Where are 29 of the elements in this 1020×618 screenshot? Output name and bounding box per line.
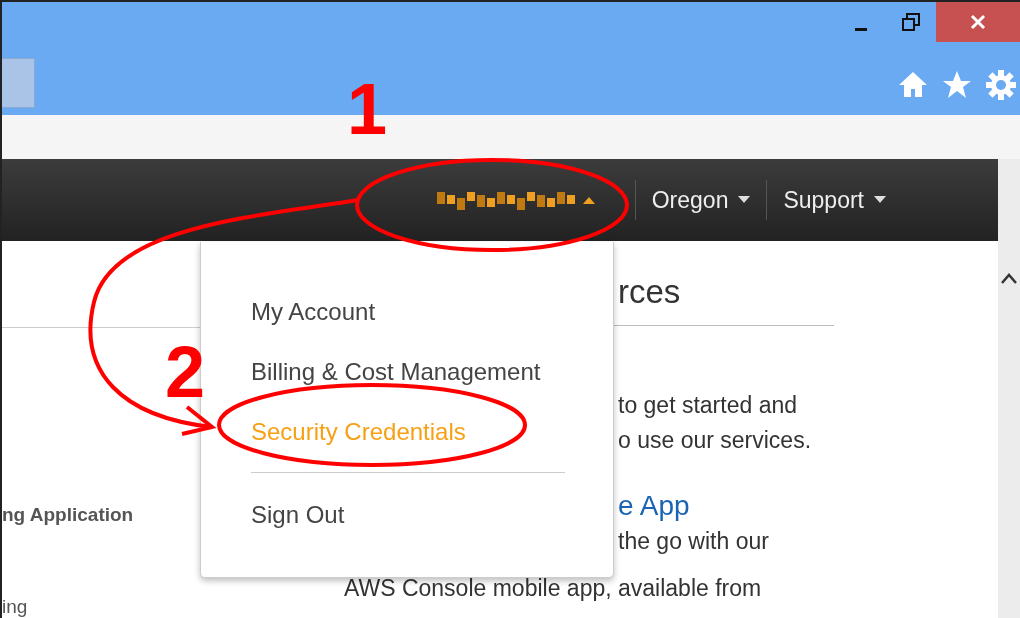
section-heading: rces <box>618 273 682 312</box>
star-icon <box>942 69 972 100</box>
menu-item[interactable]: Sign Out <box>251 485 345 545</box>
settings-button[interactable] <box>986 69 1016 100</box>
nav-menu[interactable]: Oregon <box>634 180 767 221</box>
scroll-up-icon <box>1000 271 1018 285</box>
caret-down-icon <box>874 196 886 205</box>
settings-icon <box>986 69 1016 100</box>
body-text: o use our services. <box>618 426 813 455</box>
close-icon <box>970 14 986 30</box>
restore-icon <box>902 13 920 31</box>
scrollbar[interactable] <box>998 241 1020 618</box>
app-link[interactable]: e App <box>618 488 834 524</box>
home-button[interactable] <box>898 69 928 100</box>
body-text: to get started and <box>618 391 798 420</box>
menu-item[interactable]: My Account <box>251 282 376 342</box>
sidebar-text: ng Application <box>2 504 134 526</box>
favorites-button[interactable] <box>942 69 972 100</box>
home-icon <box>898 69 928 100</box>
body-text: AWS Console mobile app, available from <box>344 574 763 603</box>
sidebar-text: ing <box>2 596 28 618</box>
caret-down-icon <box>738 196 751 205</box>
body-text: the go with our <box>618 527 770 556</box>
minimize-icon <box>855 27 867 31</box>
address-field[interactable] <box>2 57 35 108</box>
step-number: 2 <box>165 332 206 412</box>
caret-up-icon <box>582 196 595 205</box>
menu-item[interactable]: Billing & Cost Management <box>251 342 541 402</box>
nav-menu[interactable]: Support <box>766 180 902 221</box>
